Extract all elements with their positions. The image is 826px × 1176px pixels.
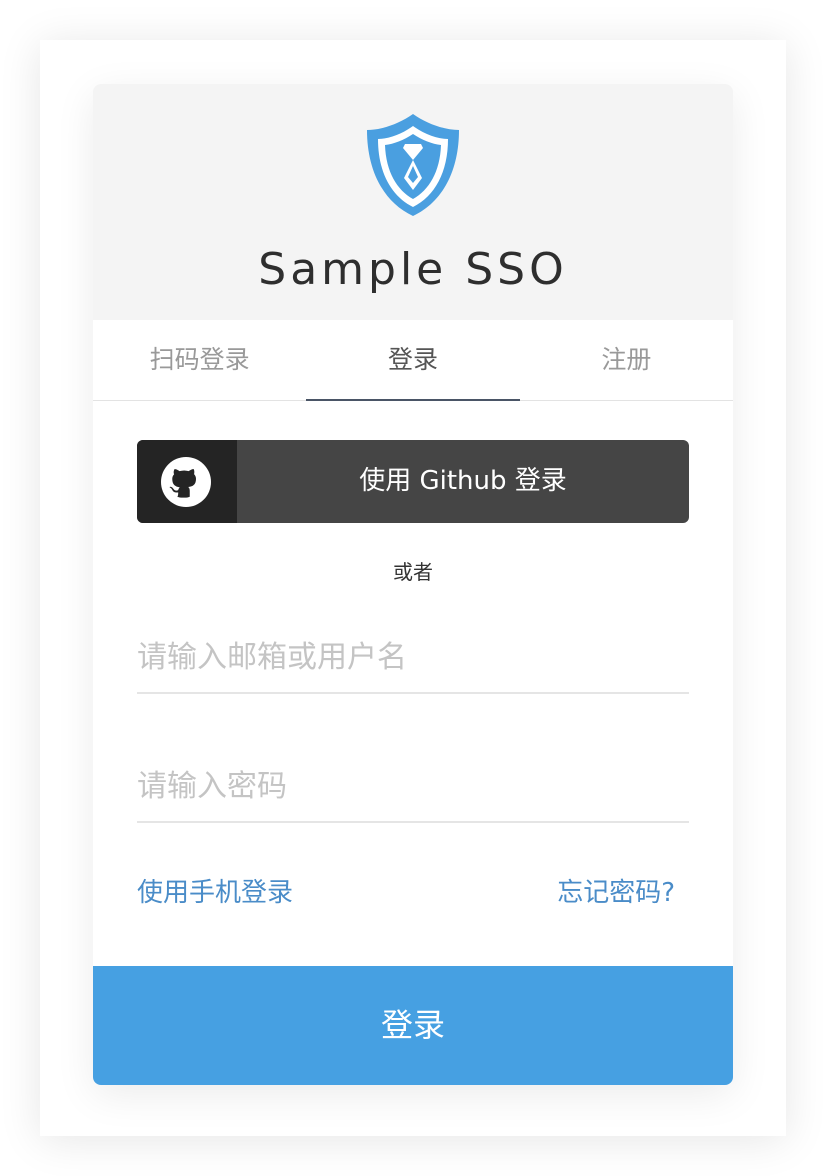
phone-login-link[interactable]: 使用手机登录	[137, 872, 293, 909]
github-login-label: 使用 Github 登录	[359, 466, 567, 496]
github-icon-box	[137, 440, 237, 523]
login-submit-button[interactable]: 登录	[93, 966, 733, 1085]
or-divider-text: 或者	[393, 560, 433, 584]
username-input[interactable]	[137, 622, 689, 694]
github-login-button[interactable]: 使用 Github 登录	[137, 440, 689, 523]
card-header: Sample SSO	[93, 84, 733, 320]
login-card: Sample SSO 扫码登录 登录 注册 使用 Github 登录 或者 使用…	[93, 84, 733, 1085]
forgot-password-link[interactable]: 忘记密码?	[557, 872, 675, 909]
password-input[interactable]	[137, 751, 689, 823]
shield-tie-icon	[367, 114, 459, 216]
app-title: Sample SSO	[258, 244, 568, 295]
tab-register[interactable]: 注册	[520, 320, 733, 400]
login-tabs: 扫码登录 登录 注册	[93, 320, 733, 401]
tab-login[interactable]: 登录	[306, 320, 520, 401]
github-icon	[161, 457, 211, 507]
tab-qr-login[interactable]: 扫码登录	[93, 320, 306, 400]
